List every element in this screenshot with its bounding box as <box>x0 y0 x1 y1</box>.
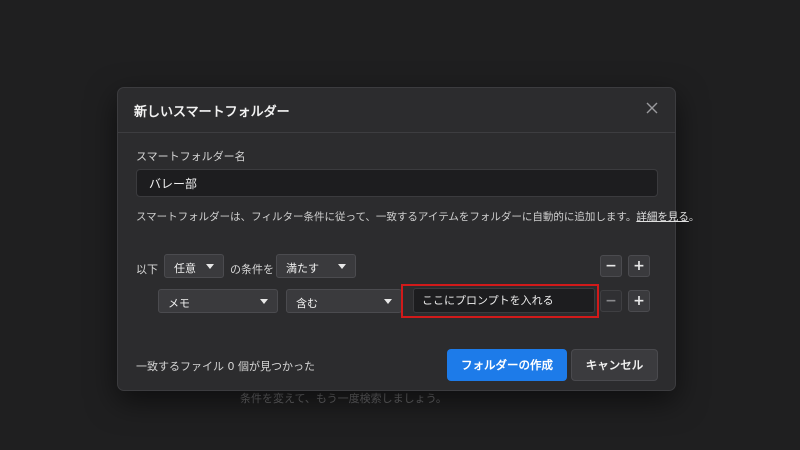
match-action-select[interactable]: 満たす <box>276 254 356 278</box>
remove-group-button[interactable]: − <box>600 255 622 277</box>
criteria-middle-text: の条件を <box>230 263 274 276</box>
folder-name-input[interactable] <box>136 169 658 197</box>
close-button[interactable] <box>645 101 659 115</box>
remove-rule-button[interactable]: − <box>600 290 622 312</box>
chevron-down-icon <box>260 299 268 304</box>
match-action-value: 満たす <box>286 262 319 275</box>
rule-value-input[interactable] <box>413 288 595 313</box>
match-mode-select[interactable]: 任意 <box>164 254 224 278</box>
rule-field-value: メモ <box>168 297 190 310</box>
description-suffix: 。 <box>688 211 700 223</box>
dialog-header: 新しいスマートフォルダー <box>118 88 675 133</box>
close-icon <box>646 102 658 114</box>
folder-name-label: スマートフォルダー名 <box>136 150 246 163</box>
create-folder-button[interactable]: フォルダーの作成 <box>447 349 567 381</box>
background-hint-text: 条件を変えて、もう一度検索しましょう。 <box>240 392 447 405</box>
add-rule-button[interactable]: + <box>628 290 650 312</box>
rule-operator-value: 含む <box>296 297 318 310</box>
match-count-text: 一致するファイル 0 個が見つかった <box>136 360 315 373</box>
add-group-button[interactable]: + <box>628 255 650 277</box>
match-mode-value: 任意 <box>174 262 196 275</box>
criteria-prefix: 以下 <box>136 263 158 276</box>
chevron-down-icon <box>384 299 392 304</box>
chevron-down-icon <box>206 264 214 269</box>
rule-operator-select[interactable]: 含む <box>286 289 402 313</box>
description-body: スマートフォルダーは、フィルター条件に従って、一致するアイテムをフォルダーに自動… <box>136 211 637 223</box>
description-text: スマートフォルダーは、フィルター条件に従って、一致するアイテムをフォルダーに自動… <box>136 209 699 224</box>
dialog-title: 新しいスマートフォルダー <box>134 105 290 120</box>
rule-field-select[interactable]: メモ <box>158 289 278 313</box>
smart-folder-dialog: 新しいスマートフォルダー スマートフォルダー名 スマートフォルダーは、フィルター… <box>117 87 699 391</box>
chevron-down-icon <box>338 264 346 269</box>
cancel-button[interactable]: キャンセル <box>571 349 658 381</box>
details-link[interactable]: 詳細を見る <box>636 211 689 223</box>
